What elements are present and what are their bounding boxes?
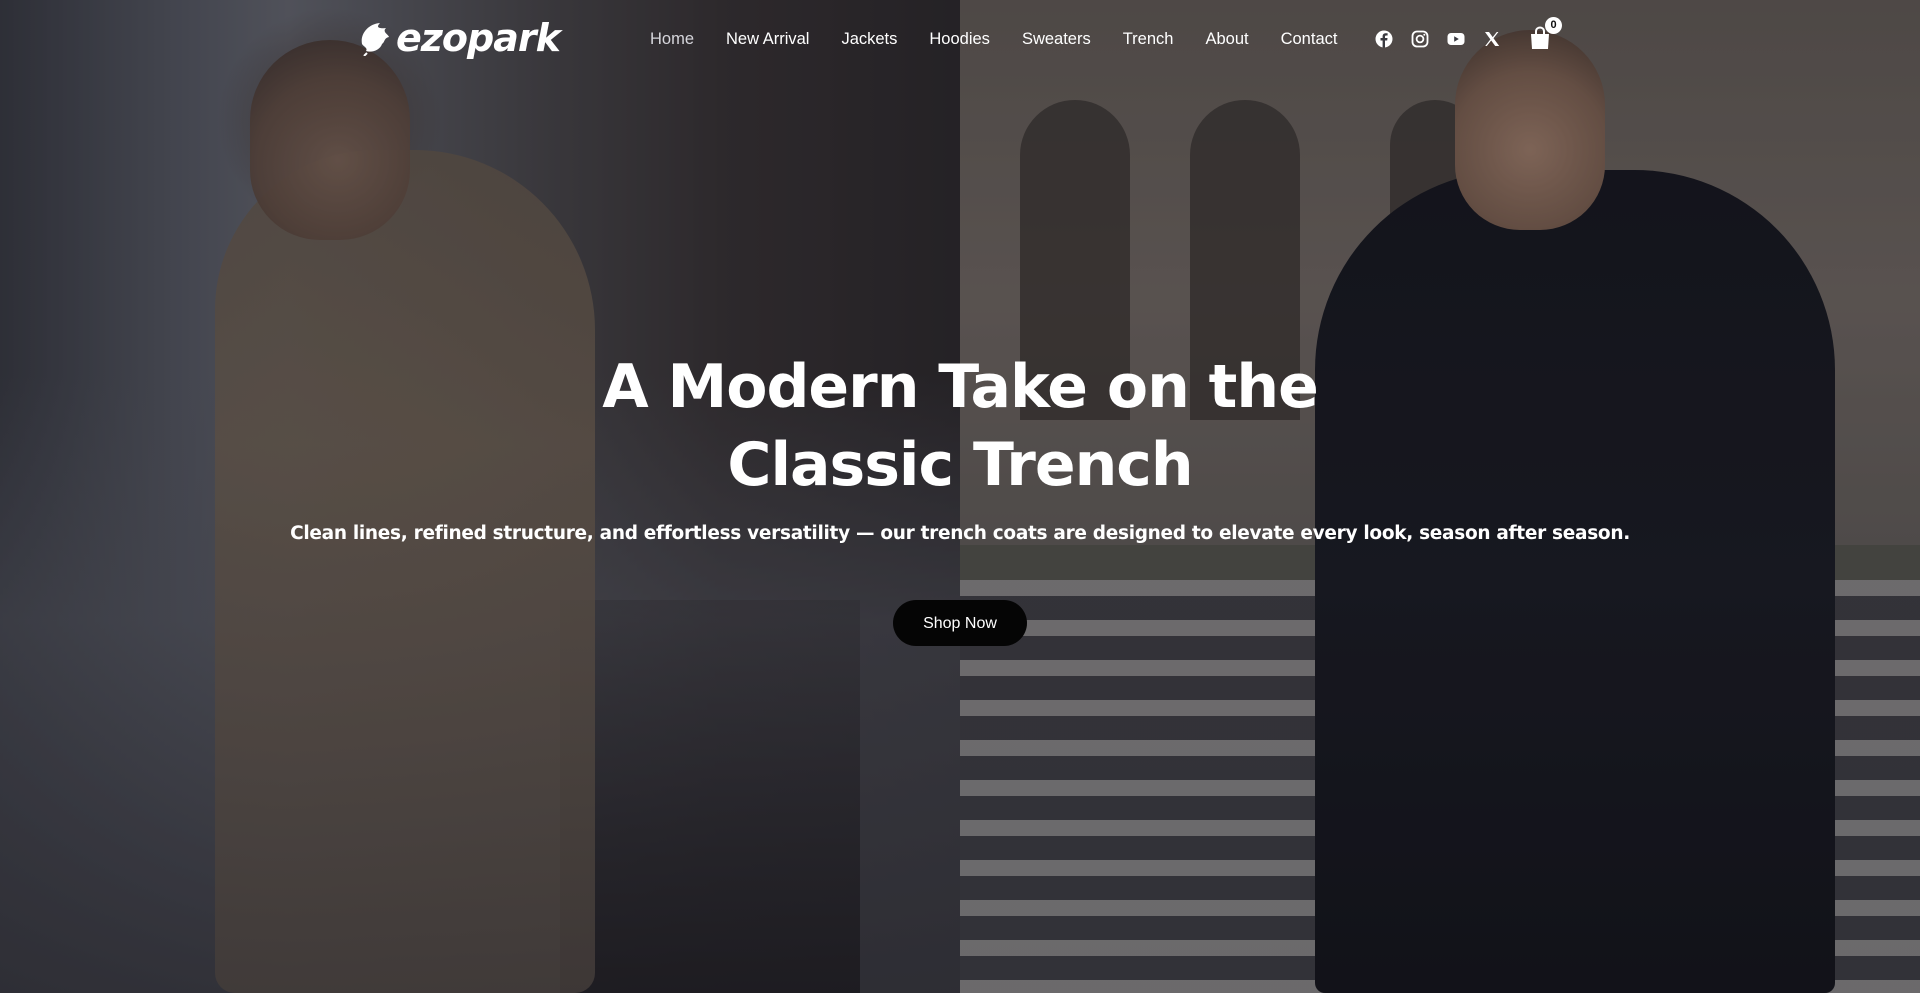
brand-logo[interactable]: ezopark xyxy=(358,16,561,60)
cart-count-badge: 0 xyxy=(1545,17,1562,34)
main-nav: Home New Arrival Jackets Hoodies Sweater… xyxy=(650,27,1369,51)
nav-item-home[interactable]: Home xyxy=(650,27,694,51)
social-links xyxy=(1375,30,1519,48)
nav-item-sweaters[interactable]: Sweaters xyxy=(1022,27,1091,51)
leaf-bird-icon xyxy=(361,23,389,56)
nav-item-hoodies[interactable]: Hoodies xyxy=(929,27,990,51)
hero-content: A Modern Take on the Classic Trench Clea… xyxy=(0,348,1920,646)
shop-now-button[interactable]: Shop Now xyxy=(893,600,1027,646)
nav-item-jackets[interactable]: Jackets xyxy=(841,27,897,51)
hero-section: ezopark Home New Arrival Jackets Hoodies… xyxy=(0,0,1920,993)
nav-item-about[interactable]: About xyxy=(1205,27,1248,51)
nav-item-contact[interactable]: Contact xyxy=(1281,27,1338,51)
site-header: ezopark Home New Arrival Jackets Hoodies… xyxy=(0,0,1920,80)
x-icon[interactable] xyxy=(1483,30,1501,48)
youtube-icon[interactable] xyxy=(1447,30,1465,48)
facebook-icon[interactable] xyxy=(1375,30,1393,48)
instagram-icon[interactable] xyxy=(1411,30,1429,48)
hero-subtitle: Clean lines, refined structure, and effo… xyxy=(290,523,1630,544)
nav-item-trench[interactable]: Trench xyxy=(1123,27,1174,51)
hero-title: A Modern Take on the Classic Trench xyxy=(602,352,1319,500)
nav-item-new-arrival[interactable]: New Arrival xyxy=(726,27,809,51)
brand-name: ezopark xyxy=(396,16,561,60)
